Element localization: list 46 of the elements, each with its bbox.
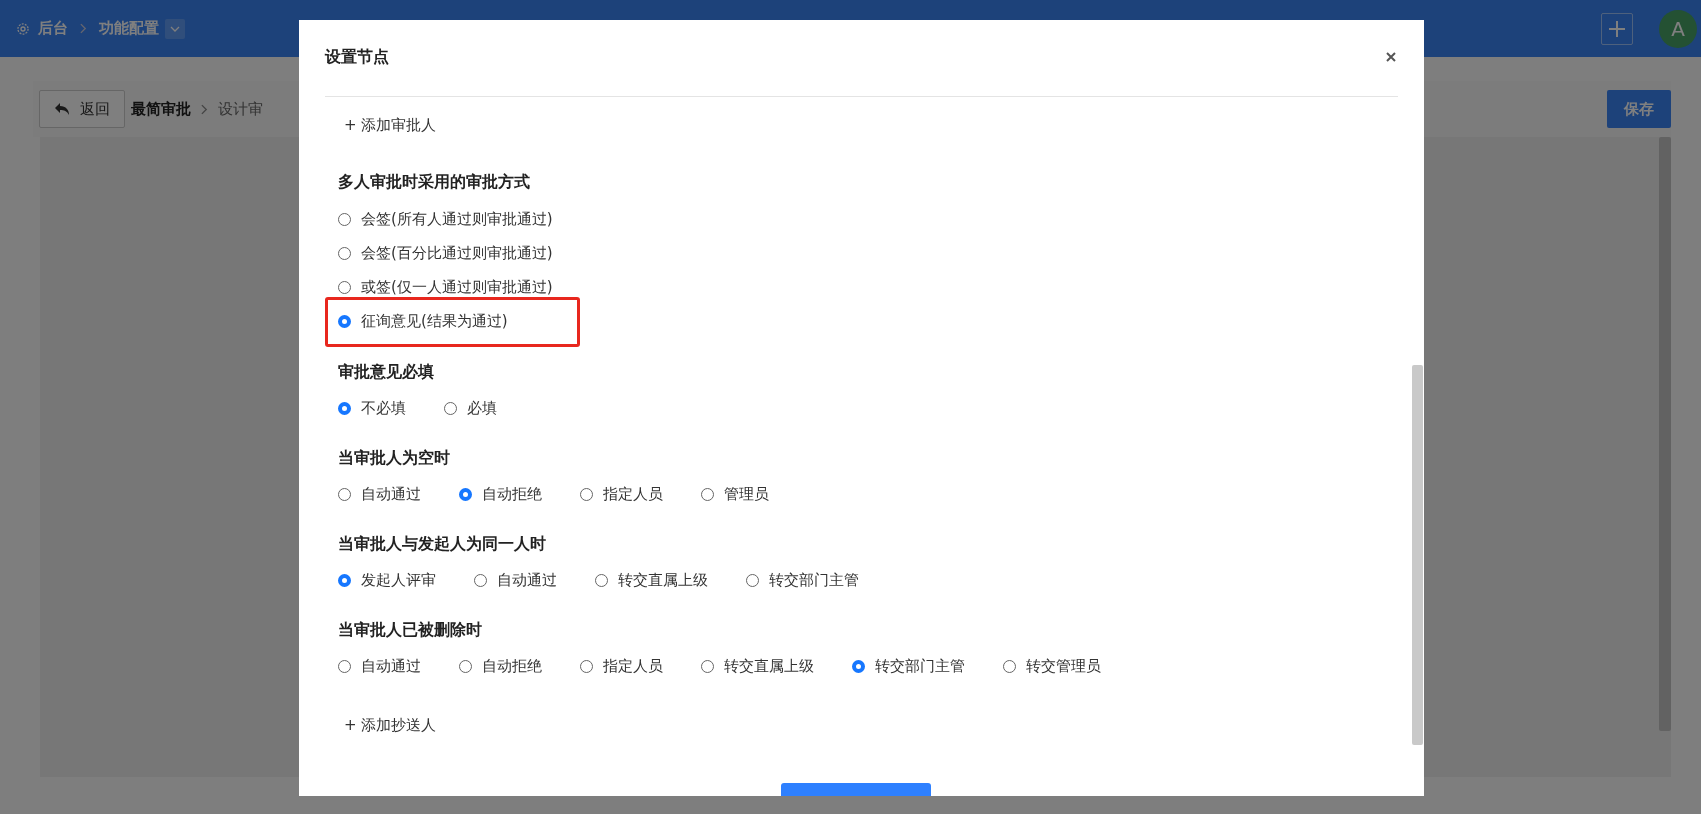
section-title: 当审批人已被删除时 [338,619,483,641]
back-button[interactable]: 返回 [39,90,125,128]
section-title: 当审批人为空时 [338,447,451,469]
scrollbar[interactable] [1659,137,1671,731]
dialog-title: 设置节点 [325,46,389,68]
radio-option[interactable]: 或签(仅一人通过则审批通过) [338,270,553,304]
radio-button[interactable] [459,487,472,501]
radio-option[interactable]: 转交部门主管 [746,564,859,596]
radio-option[interactable]: 会签(所有人通过则审批通过) [338,202,553,236]
radio-button[interactable] [338,401,351,415]
chevron-icon [201,103,208,115]
settings-icon[interactable] [16,21,30,36]
radio-option[interactable]: 必填 [444,392,497,424]
radio-option[interactable]: 自动通过 [338,650,421,682]
close-icon[interactable] [1386,52,1396,62]
add-approver-link[interactable]: + 添加审批人 [344,113,437,137]
radio-option[interactable]: 自动通过 [474,564,557,596]
add-cc-link[interactable]: + 添加抄送人 [344,713,437,737]
radio-option[interactable]: 征询意见(结果为通过) [338,304,553,338]
radio-option[interactable]: 转交直属上级 [595,564,708,596]
radio-option[interactable]: 管理员 [701,478,769,510]
section-title: 当审批人与发起人为同一人时 [338,533,547,555]
add-button[interactable] [1601,12,1633,45]
radio-option[interactable]: 指定人员 [580,478,663,510]
section-title: 审批意见必填 [338,361,435,383]
radio-option[interactable]: 转交部门主管 [852,650,965,682]
section-title: 多人审批时采用的审批方式 [338,171,531,193]
radio-option[interactable]: 会签(百分比通过则审批通过) [338,236,553,270]
radio-button[interactable] [338,314,351,328]
radio-option[interactable]: 转交直属上级 [701,650,814,682]
breadcrumb-text: 最简审批 [131,99,191,119]
scrollbar[interactable] [1412,365,1423,745]
radio-button[interactable] [852,659,865,673]
radio-option[interactable]: 不必填 [338,392,406,424]
chevron-icon [80,23,87,34]
chevron-down-icon [170,25,180,32]
radio-option[interactable]: 自动通过 [338,478,421,510]
radio-option[interactable]: 自动拒绝 [459,650,542,682]
radio-option[interactable]: 指定人员 [580,650,663,682]
radio-button[interactable] [338,573,351,587]
breadcrumb-text: 设计审 [218,99,263,119]
radio-option[interactable]: 自动拒绝 [459,478,542,510]
radio-option[interactable]: 发起人评审 [338,564,436,596]
plus-icon [1607,18,1627,39]
radio-option[interactable]: 转交管理员 [1003,650,1101,682]
back-arrow-icon [54,102,70,116]
